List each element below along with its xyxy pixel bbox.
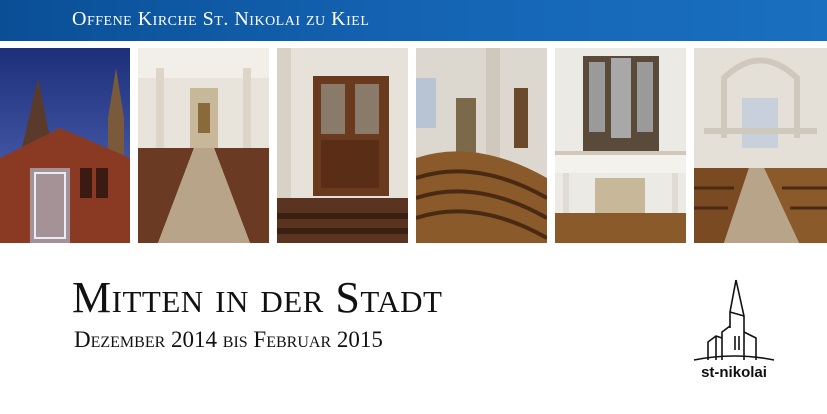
logo-text: st-nikolai: [701, 364, 767, 381]
organ-wooden-case-photo: [277, 48, 408, 243]
church-exterior-night-photo: [0, 48, 130, 243]
organ-gallery-photo: [555, 48, 686, 243]
interior-upper-view-photo: [694, 48, 827, 243]
page-title: Mitten in der Stadt: [72, 273, 443, 322]
church-tower-logo-icon: [693, 279, 775, 361]
nave-toward-altar-photo: [138, 48, 269, 243]
header-banner: Offene Kirche St. Nikolai zu Kiel: [0, 0, 827, 41]
interior-curved-pews-photo: [416, 48, 547, 243]
header-title: Offene Kirche St. Nikolai zu Kiel: [72, 8, 370, 30]
photo-strip: [0, 48, 827, 243]
st-nikolai-logo: st-nikolai: [686, 276, 782, 388]
date-range-subtitle: Dezember 2014 bis Februar 2015: [74, 327, 383, 352]
